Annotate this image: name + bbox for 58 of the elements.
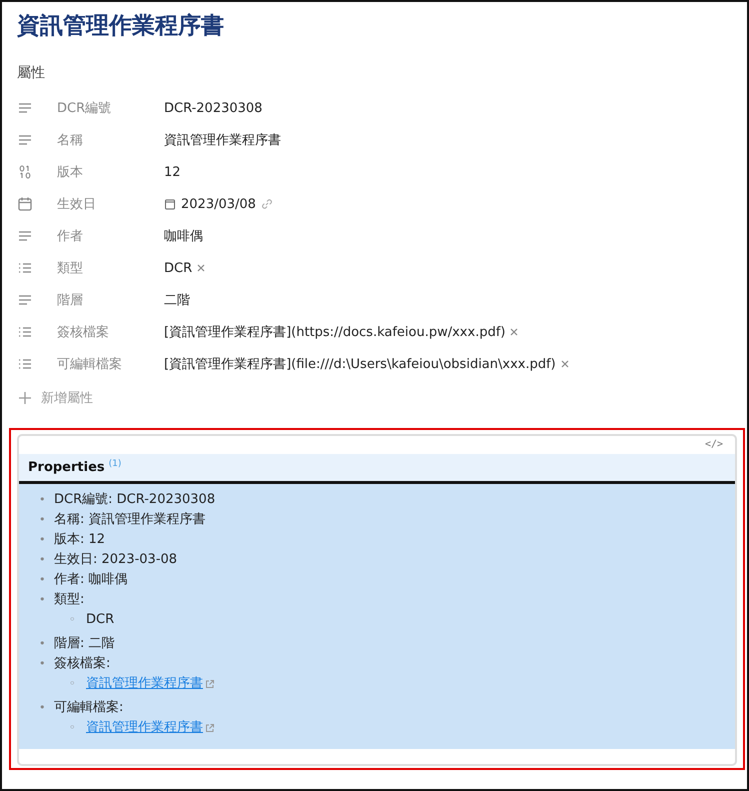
property-name[interactable]: 生效日 xyxy=(57,195,164,213)
external-link[interactable]: 資訊管理作業程序書 xyxy=(86,718,203,738)
bullet: ◦ xyxy=(69,612,76,628)
section-heading: 屬性 xyxy=(17,64,46,83)
list-item: 名稱: 資訊管理作業程序書 xyxy=(54,512,206,527)
bullet: • xyxy=(39,492,46,508)
property-name[interactable]: 版本 xyxy=(57,163,164,181)
property-value[interactable]: DCR-20230308 xyxy=(164,100,262,116)
external-link-icon xyxy=(205,723,215,733)
list-item: 可編輯檔案: xyxy=(54,700,124,715)
calendar-icon xyxy=(164,198,176,210)
link-icon[interactable] xyxy=(260,198,273,210)
bullet: • xyxy=(39,532,46,548)
list-value: [資訊管理作業程序書](https://docs.kafeiou.pw/xxx.pdf) xyxy=(164,324,506,341)
remove-icon[interactable] xyxy=(196,263,206,273)
property-name[interactable]: 簽核檔案 xyxy=(57,323,164,341)
property-name[interactable]: 階層 xyxy=(57,291,164,309)
property-value[interactable]: 資訊管理作業程序書 xyxy=(164,131,281,149)
list-item: 版本: 12 xyxy=(54,532,106,547)
remove-icon[interactable] xyxy=(509,327,520,337)
bullet: ◦ xyxy=(69,720,76,736)
property-value[interactable]: 咖啡偶 xyxy=(164,227,203,245)
calendar-icon xyxy=(17,196,33,212)
list-item: 簽核檔案: xyxy=(54,656,110,671)
bullet: • xyxy=(39,552,46,568)
bullet: • xyxy=(39,572,46,588)
property-name[interactable]: 名稱 xyxy=(57,131,164,149)
table-title: Properties xyxy=(28,460,105,475)
list-item: 生效日: 2023-03-08 xyxy=(54,552,178,567)
remove-icon[interactable] xyxy=(560,359,570,369)
bullet: • xyxy=(39,636,46,652)
bullet: • xyxy=(39,700,46,716)
property-name[interactable]: 作者 xyxy=(57,227,164,245)
property-name[interactable]: DCR編號 xyxy=(57,99,164,117)
property-value[interactable]: 12 xyxy=(164,164,181,180)
binary-digits-icon xyxy=(17,164,33,180)
external-link[interactable]: 資訊管理作業程序書 xyxy=(86,674,203,694)
list-item: 類型: xyxy=(54,592,84,607)
code-toggle[interactable]: </> xyxy=(704,436,723,454)
bullet: • xyxy=(39,656,46,672)
plus-icon[interactable] xyxy=(17,390,33,406)
property-name[interactable]: 類型 xyxy=(57,259,164,277)
bullet: ◦ xyxy=(69,676,76,692)
list-item: DCR編號: DCR-20230308 xyxy=(54,492,216,507)
list-value: [資訊管理作業程序書](file:///d:\Users\kafeiou\obsidian\xxx.pdf) xyxy=(164,356,556,373)
list-item: DCR xyxy=(86,612,114,627)
footnote-number: (1) xyxy=(108,458,122,468)
property-value[interactable]: 二階 xyxy=(164,291,190,309)
bullet: • xyxy=(39,512,46,528)
list-item: 階層: 二階 xyxy=(54,636,115,651)
external-link-icon xyxy=(205,679,215,689)
list-value: DCR xyxy=(164,260,192,276)
add-property-button[interactable]: 新增屬性 xyxy=(41,389,93,407)
property-name[interactable]: 可編輯檔案 xyxy=(57,355,164,373)
list-item: 作者: 咖啡偶 xyxy=(54,572,128,587)
date-value[interactable]: 2023/03/08 xyxy=(181,196,256,212)
page-title: 資訊管理作業程序書 xyxy=(17,12,225,41)
bullet: • xyxy=(39,592,46,608)
